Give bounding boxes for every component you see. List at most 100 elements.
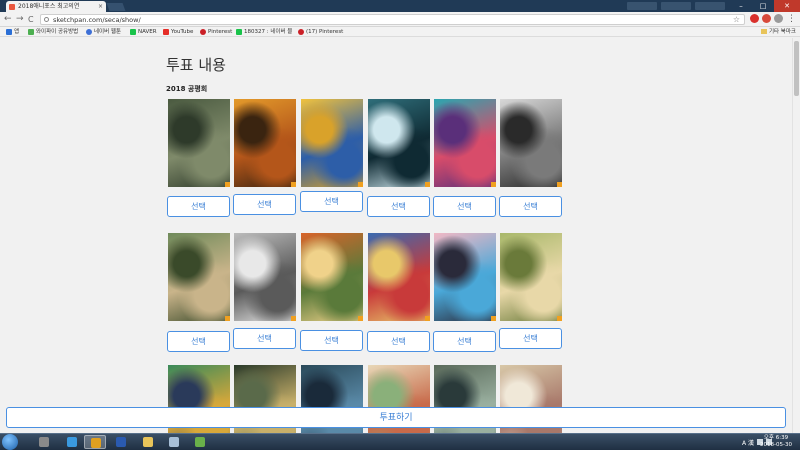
artwork-badge-icon xyxy=(491,316,496,321)
taskbar-app-1-button[interactable] xyxy=(33,435,55,449)
artwork-10-image[interactable] xyxy=(368,233,430,321)
system-clock[interactable]: 오후 6:39 2018-05-30 xyxy=(756,435,796,449)
taskbar-explorer-button[interactable] xyxy=(137,435,159,449)
page-title: 투표 내용 xyxy=(166,56,226,74)
bookmark-youtube[interactable]: YouTube xyxy=(163,27,193,37)
artwork-5-image[interactable] xyxy=(434,99,496,187)
bookmark-icon xyxy=(28,29,34,35)
pinterest-icon xyxy=(298,29,304,35)
taskbar-explorer-icon xyxy=(143,437,153,447)
taskbar-app-6-icon xyxy=(169,437,179,447)
bookmark-wifi-guide[interactable]: 와이파이 공유방법 xyxy=(28,27,78,37)
artwork-4-image[interactable] xyxy=(368,99,430,187)
artwork-badge-icon xyxy=(425,182,430,187)
browser-tabstrip: 2018애니포스 최고의연 × – □ ✕ xyxy=(0,0,800,12)
artwork-1-image[interactable] xyxy=(168,99,230,187)
naver-icon xyxy=(130,29,136,35)
bookmark-naver[interactable]: NAVER xyxy=(130,27,157,37)
select-button[interactable]: 선택 xyxy=(233,328,296,349)
apps-icon xyxy=(6,29,12,35)
clock-time: 오후 6:39 xyxy=(763,435,789,441)
windows-taskbar: A 漢 오후 6:39 2018-05-30 xyxy=(0,433,800,450)
select-button[interactable]: 선택 xyxy=(499,196,562,217)
taskbar-app-1-icon xyxy=(39,437,49,447)
artwork-badge-icon xyxy=(291,316,296,321)
start-button[interactable] xyxy=(2,434,18,450)
select-button[interactable]: 선택 xyxy=(499,328,562,349)
url-input[interactable]: sketchpan.com/seca/show/ ☆ xyxy=(40,14,745,25)
artwork-9-image[interactable] xyxy=(301,233,363,321)
taskbar-chrome-button[interactable] xyxy=(84,435,106,449)
artwork-badge-icon xyxy=(491,182,496,187)
artwork-badge-icon xyxy=(557,182,562,187)
select-button[interactable]: 선택 xyxy=(167,196,230,217)
select-button[interactable]: 선택 xyxy=(433,196,496,217)
pinterest-icon xyxy=(200,29,206,35)
folder-icon xyxy=(760,29,767,34)
naver-icon xyxy=(236,29,242,35)
artwork-12-image[interactable] xyxy=(500,233,562,321)
taskbar-photoshop-button[interactable] xyxy=(110,435,132,449)
select-button[interactable]: 선택 xyxy=(433,331,496,352)
bookmark-apps[interactable]: 앱 xyxy=(6,27,19,37)
window-titlebar-items xyxy=(627,2,725,10)
bookmark-naver-webtoon[interactable]: 네이버 웹툰 xyxy=(86,27,121,37)
taskbar-chrome-icon xyxy=(91,438,101,448)
youtube-icon xyxy=(163,29,169,35)
scrollbar-thumb[interactable] xyxy=(794,41,799,96)
page-content: 투표 내용 2018 공평회 선택 선택 선택 선택 선택 선택 선택 선택 선택 선택 선택 선택 xyxy=(0,38,792,433)
tab-title: 2018애니포스 최고의연 xyxy=(18,3,80,10)
back-button[interactable]: ← xyxy=(4,12,12,27)
bookmark-star-icon[interactable]: ☆ xyxy=(733,15,740,25)
taskbar-ie-icon xyxy=(67,437,77,447)
select-button[interactable]: 선택 xyxy=(367,196,430,217)
taskbar-app-7-icon xyxy=(195,437,205,447)
profile-avatar[interactable] xyxy=(774,14,783,23)
close-window-button[interactable]: ✕ xyxy=(774,0,800,12)
tab-close-icon[interactable]: × xyxy=(98,1,103,12)
bookmarks-other-folder[interactable]: 기타 북마크 xyxy=(760,27,796,37)
clock-date: 2018-05-30 xyxy=(760,442,792,448)
artwork-badge-icon xyxy=(225,182,230,187)
select-button[interactable]: 선택 xyxy=(300,191,363,212)
artwork-badge-icon xyxy=(358,182,363,187)
artwork-badge-icon xyxy=(225,316,230,321)
artwork-2-image[interactable] xyxy=(234,99,296,187)
browser-tab[interactable]: 2018애니포스 최고의연 × xyxy=(6,1,106,12)
minimize-button[interactable]: – xyxy=(730,0,752,12)
artwork-7-image[interactable] xyxy=(168,233,230,321)
select-button[interactable]: 선택 xyxy=(167,331,230,352)
bookmarks-bar: 앱 와이파이 공유방법 네이버 웹툰 NAVER YouTube Pintere… xyxy=(0,27,800,37)
extension-adblock-icon[interactable] xyxy=(750,14,759,23)
window-controls: – □ ✕ xyxy=(730,0,800,12)
artwork-11-image[interactable] xyxy=(434,233,496,321)
artwork-badge-icon xyxy=(291,182,296,187)
bookmark-pinterest[interactable]: Pinterest xyxy=(200,27,232,37)
secure-lock-icon xyxy=(44,17,49,22)
maximize-button[interactable]: □ xyxy=(752,0,774,12)
taskbar-photoshop-icon xyxy=(116,437,126,447)
bookmark-pinterest-2[interactable]: (17) Pinterest xyxy=(298,27,343,37)
artwork-3-image[interactable] xyxy=(301,99,363,187)
forward-button[interactable]: → xyxy=(16,12,24,27)
ime-mode-indicator[interactable]: A 漢 xyxy=(742,438,754,447)
page-scrollbar[interactable] xyxy=(792,38,800,433)
taskbar-app-6-button[interactable] xyxy=(163,435,185,449)
extension-icon[interactable] xyxy=(762,14,771,23)
artwork-8-image[interactable] xyxy=(234,233,296,321)
bookmark-naver-blog[interactable]: 180327 : 네이버 블 xyxy=(236,27,292,37)
artwork-badge-icon xyxy=(557,316,562,321)
select-button[interactable]: 선택 xyxy=(233,194,296,215)
browser-menu-icon[interactable]: ⋮ xyxy=(787,12,796,27)
artwork-6-image[interactable] xyxy=(500,99,562,187)
select-button[interactable]: 선택 xyxy=(367,331,430,352)
new-tab-button[interactable] xyxy=(106,3,126,11)
taskbar-ie-button[interactable] xyxy=(61,435,83,449)
reload-button[interactable]: C xyxy=(28,12,34,27)
bookmark-icon xyxy=(86,29,92,35)
select-button[interactable]: 선택 xyxy=(300,330,363,351)
vote-submit-button[interactable]: 투표하기 xyxy=(6,407,786,428)
address-bar: ← → C sketchpan.com/seca/show/ ☆ ⋮ xyxy=(0,12,800,27)
artwork-badge-icon xyxy=(358,316,363,321)
taskbar-app-7-button[interactable] xyxy=(189,435,211,449)
